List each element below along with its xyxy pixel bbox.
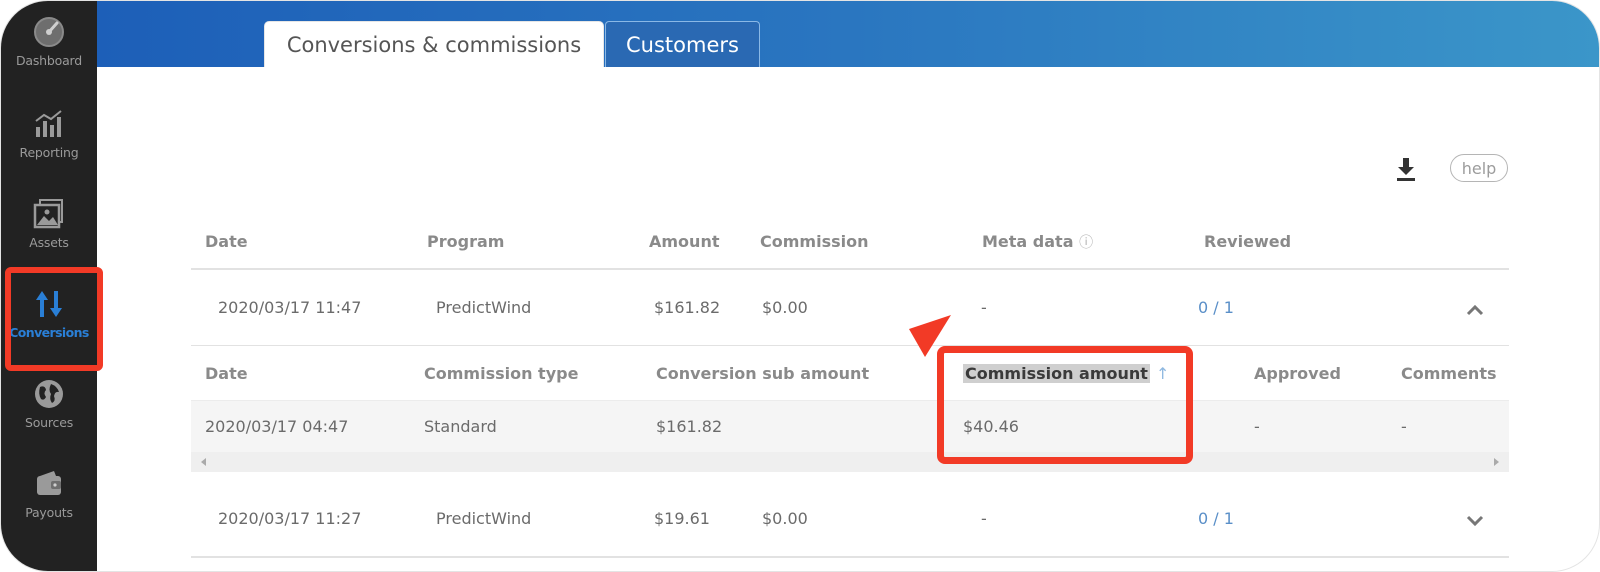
cell-amount: $161.82 — [654, 298, 721, 317]
subtable-header: Date Commission type Conversion sub amou… — [191, 346, 1509, 400]
sidebar-item-dashboard[interactable]: Dashboard — [1, 15, 97, 99]
horizontal-scrollbar[interactable] — [191, 452, 1509, 472]
cell-meta: - — [981, 298, 987, 317]
sidebar-item-label: Conversions — [9, 325, 89, 340]
subtable-row: 2020/03/17 04:47 Standard $161.82 $40.46… — [191, 400, 1509, 452]
sidebar: Dashboard Reporting Assets Conversions S… — [1, 1, 103, 571]
cell-program: PredictWind — [436, 298, 532, 317]
sidebar-item-label: Dashboard — [15, 53, 83, 68]
sidebar-item-reporting[interactable]: Reporting — [1, 107, 97, 191]
subcell-approved: - — [1254, 417, 1260, 436]
sidebar-item-conversions[interactable]: Conversions — [1, 287, 97, 371]
column-header-date[interactable]: Date — [205, 232, 248, 251]
image-icon — [32, 197, 66, 231]
wallet-icon — [32, 467, 66, 501]
scroll-right-arrow-icon[interactable] — [1494, 458, 1499, 466]
sorted-column-label: Commission amount — [963, 364, 1150, 383]
up-down-arrows-icon — [32, 287, 66, 321]
column-header-reviewed[interactable]: Reviewed — [1204, 232, 1291, 251]
subcell-date: 2020/03/17 04:47 — [205, 417, 349, 436]
bar-chart-icon — [32, 107, 66, 141]
download-icon — [1397, 158, 1415, 181]
cell-date: 2020/03/17 11:27 — [218, 509, 362, 528]
tab-customers[interactable]: Customers — [605, 21, 760, 67]
sidebar-item-label: Assets — [29, 235, 69, 250]
subcolumn-header-commission-amount[interactable]: Commission amount ↑ — [963, 364, 1169, 383]
info-icon[interactable]: ⓘ — [1079, 235, 1093, 251]
help-button[interactable]: help — [1450, 154, 1508, 182]
cell-date: 2020/03/17 11:47 — [218, 298, 362, 317]
tab-conversions-commissions[interactable]: Conversions & commissions — [264, 21, 604, 67]
sidebar-item-assets[interactable]: Assets — [1, 197, 97, 281]
subcolumn-header-conversion-sub-amount[interactable]: Conversion sub amount — [656, 364, 869, 383]
subcolumn-header-approved[interactable]: Approved — [1254, 364, 1341, 383]
column-header-amount[interactable]: Amount — [649, 232, 719, 251]
subcell-comments: - — [1401, 417, 1407, 436]
chevron-up-icon[interactable] — [1466, 304, 1484, 316]
sort-ascending-icon: ↑ — [1155, 364, 1170, 383]
divider — [191, 556, 1509, 558]
column-header-program[interactable]: Program — [427, 232, 504, 251]
cell-program: PredictWind — [436, 509, 532, 528]
download-button[interactable] — [1394, 156, 1418, 182]
cell-commission: $0.00 — [762, 509, 808, 528]
subcell-commission-type: Standard — [424, 417, 497, 436]
gauge-icon — [32, 15, 66, 49]
divider — [191, 268, 1509, 270]
cell-commission: $0.00 — [762, 298, 808, 317]
header-bar: Conversions & commissions Customers — [97, 1, 1599, 67]
column-header-label: Meta data — [982, 232, 1074, 251]
cell-meta: - — [981, 509, 987, 528]
sidebar-item-sources[interactable]: Sources — [1, 377, 97, 461]
subcell-commission-amount: $40.46 — [963, 417, 1019, 436]
chevron-down-icon[interactable] — [1466, 515, 1484, 527]
sidebar-item-label: Reporting — [19, 145, 79, 160]
column-header-meta-data[interactable]: Meta data ⓘ — [982, 232, 1093, 252]
subcolumn-header-date[interactable]: Date — [205, 364, 248, 383]
subcolumn-header-comments[interactable]: Comments — [1401, 364, 1497, 383]
cell-reviewed-link[interactable]: 0 / 1 — [1198, 509, 1234, 528]
cell-reviewed-link[interactable]: 0 / 1 — [1198, 298, 1234, 317]
scroll-left-arrow-icon[interactable] — [201, 458, 206, 466]
app-window: Dashboard Reporting Assets Conversions S… — [0, 0, 1600, 572]
subcolumn-header-commission-type[interactable]: Commission type — [424, 364, 578, 383]
sidebar-item-label: Sources — [24, 415, 74, 430]
column-header-commission[interactable]: Commission — [760, 232, 868, 251]
subcell-sub-amount: $161.82 — [656, 417, 723, 436]
sidebar-item-payouts[interactable]: Payouts — [1, 467, 97, 551]
globe-icon — [32, 377, 66, 411]
sidebar-item-label: Payouts — [25, 505, 73, 520]
cell-amount: $19.61 — [654, 509, 710, 528]
